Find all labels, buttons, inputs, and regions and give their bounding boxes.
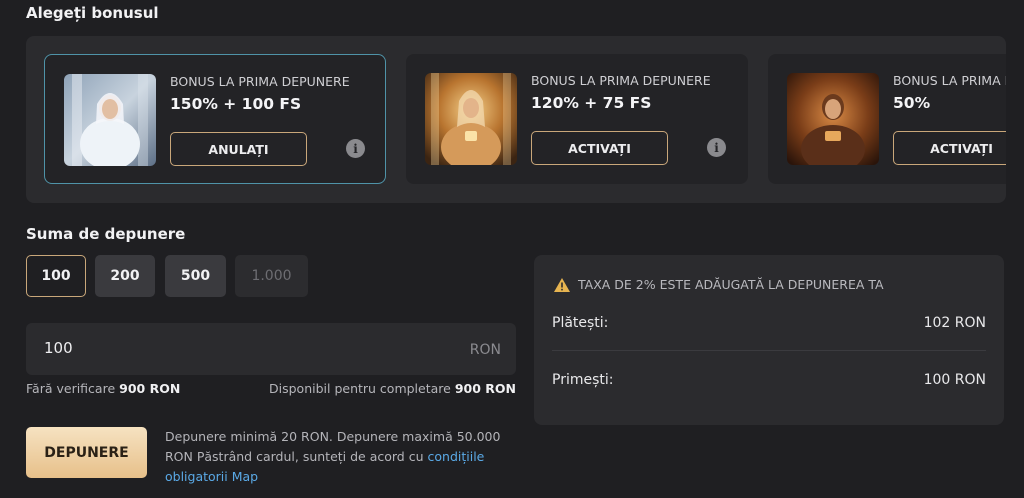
cancel-bonus-button[interactable]: ANULAȚI [170,132,307,166]
bonus-amount: 120% + 75 FS [531,94,652,112]
bonus-kicker: BONUS LA PRIMA DEPUNERE [893,73,1006,88]
bonus-section-title: Alegeți bonusul [26,4,159,22]
fee-divider [552,350,986,351]
fee-warning: TAXA DE 2% ESTE ADĂUGATĂ LA DEPUNEREA TA [554,277,884,292]
activate-bonus-button[interactable]: ACTIVAȚI [531,131,668,165]
bonus-kicker: BONUS LA PRIMA DEPUNERE [170,74,350,89]
amount-chip-1000: 1.000 [235,255,308,297]
fee-warning-text: TAXA DE 2% ESTE ADĂUGATĂ LA DEPUNEREA TA [578,277,884,292]
bonus-card-3[interactable]: BONUS LA PRIMA DEPUNERE 50% ACTIVAȚI [768,54,1006,184]
deposit-button[interactable]: DEPUNERE [26,427,147,478]
bonus-image [64,74,156,166]
receive-value: 100 RON [923,372,986,388]
receive-label: Primești: [552,372,614,388]
pay-label: Plătești: [552,315,609,331]
amount-chip-500[interactable]: 500 [165,255,226,297]
bonus-amount: 50% [893,94,931,112]
pay-value: 102 RON [923,315,986,331]
available-hint: Disponibil pentru completare 900 RON [269,381,516,396]
warning-icon [554,277,570,292]
currency-label: RON [469,342,501,358]
fee-summary-panel: TAXA DE 2% ESTE ADĂUGATĂ LA DEPUNEREA TA… [534,255,1004,425]
bonus-card-2[interactable]: BONUS LA PRIMA DEPUNERE 120% + 75 FS ACT… [406,54,748,184]
deposit-section-title: Suma de depunere [26,225,186,243]
bonus-kicker: BONUS LA PRIMA DEPUNERE [531,73,711,88]
bonus-card-1[interactable]: BONUS LA PRIMA DEPUNERE 150% + 100 FS AN… [44,54,386,184]
info-icon[interactable]: i [707,138,726,157]
bonus-amount: 150% + 100 FS [170,95,302,113]
deposit-amount-input[interactable]: 100 RON [26,323,516,375]
bonus-carousel: BONUS LA PRIMA DEPUNERE 150% + 100 FS AN… [26,36,1006,203]
no-verification-hint: Fără verificare 900 RON [26,381,181,396]
activate-bonus-button[interactable]: ACTIVAȚI [893,131,1006,165]
amount-value[interactable]: 100 [44,339,73,357]
bonus-image [787,73,879,165]
amount-chip-200[interactable]: 200 [95,255,155,297]
info-icon[interactable]: i [346,139,365,158]
amount-chip-100[interactable]: 100 [26,255,86,297]
bonus-image [425,73,517,165]
deposit-terms-note: Depunere minimă 20 RON. Depunere maximă … [165,429,501,484]
